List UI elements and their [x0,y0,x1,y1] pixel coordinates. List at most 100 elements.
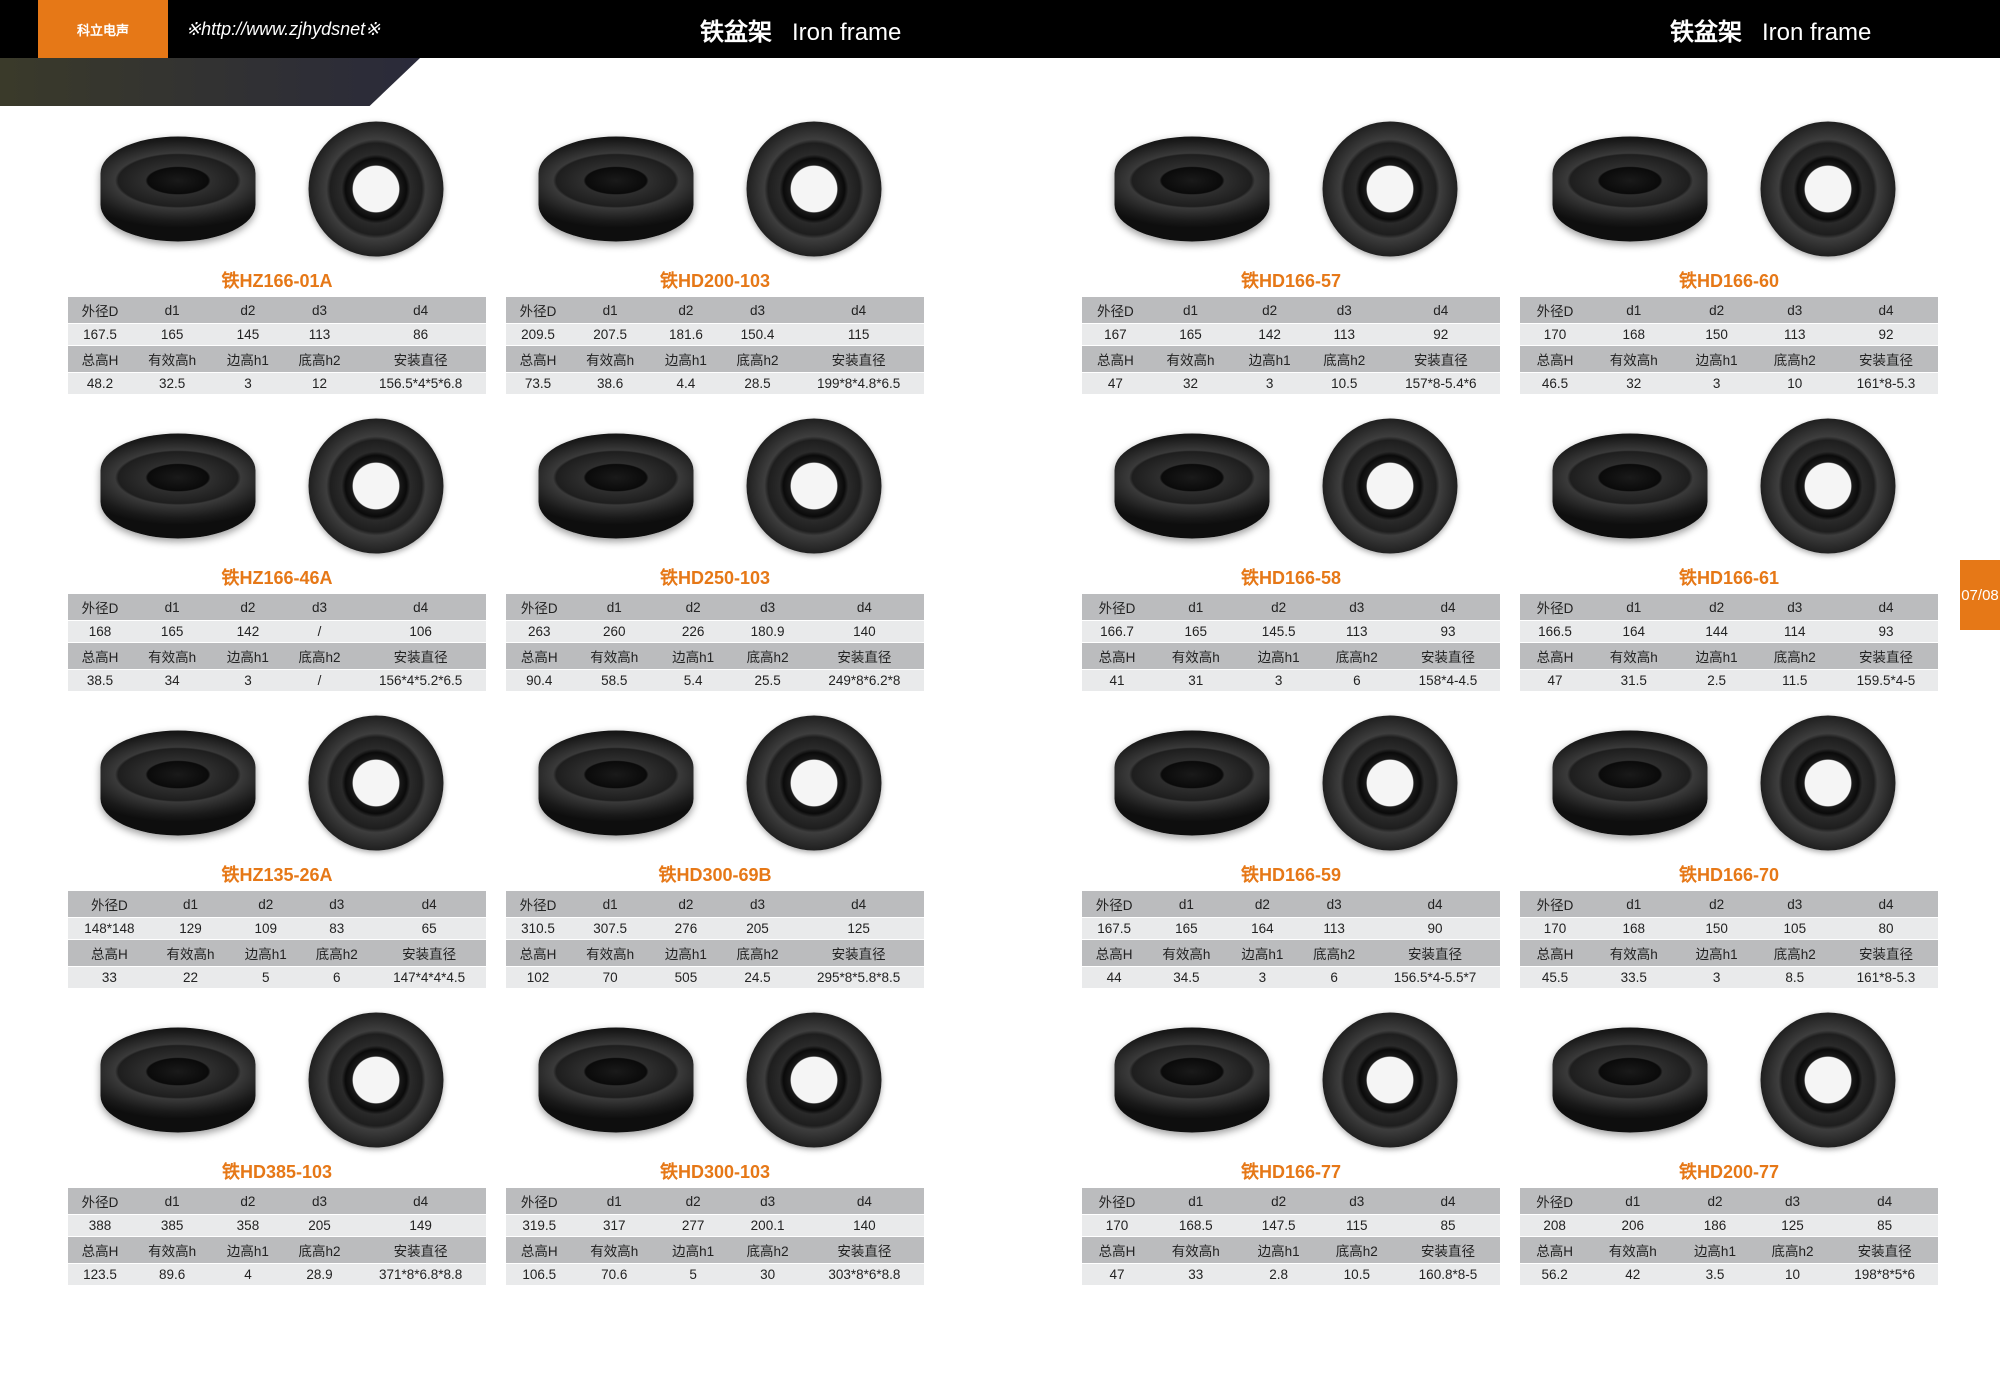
table-cell: 113 [1756,324,1834,346]
table-cell: d4 [1396,594,1500,621]
spec-table: 外径Dd1d2d3d4166.516414411493总高H有效高h边高h1底高… [1520,594,1938,692]
table-cell: 有效高h [132,643,212,670]
table-cell: d1 [132,594,212,621]
spec-table: 外径Dd1d2d3d417016815010580总高H有效高h边高h1底高h2… [1520,891,1938,989]
table-cell: 148*148 [68,918,151,940]
table-cell: 106 [355,621,486,643]
product-name: 铁HD300-69B [506,861,924,887]
table-cell: d2 [212,297,284,324]
table-cell: 10 [1756,373,1834,395]
table-value-row: 413136158*4-4.5 [1082,670,1500,692]
table-cell: 123.5 [68,1264,132,1286]
table-cell: 底高h2 [730,643,804,670]
table-value-row: 48.232.5312156.5*4*5*6.8 [68,373,486,395]
table-header-row: 总高H有效高h边高h1底高h2安装直径 [1082,643,1500,670]
table-cell: 33 [1152,1264,1240,1286]
table-cell: 158*4-4.5 [1396,670,1500,692]
table-value-row: 56.2423.510198*8*5*6 [1520,1264,1938,1286]
table-cell: 47 [1082,373,1149,395]
table-cell: 159.5*4-5 [1834,670,1938,692]
table-cell: 168 [1590,324,1678,346]
table-cell: 外径D [1520,1188,1589,1215]
table-cell: 505 [650,967,722,989]
table-cell: 156.5*4-5.5*7 [1370,967,1500,989]
table-cell: 边高h1 [656,1237,730,1264]
table-cell: d4 [1834,594,1938,621]
product-name: 铁HD200-103 [506,267,924,293]
table-value-row: 166.7165145.511393 [1082,621,1500,643]
table-cell: 157*8-5.4*6 [1382,373,1500,395]
table-value-row: 46.532310161*8-5.3 [1520,373,1938,395]
table-value-row: 167.516514511386 [68,324,486,346]
table-value-row: 166.516414411493 [1520,621,1938,643]
table-cell: 58.5 [573,670,656,692]
table-value-row: 106.570.6530303*8*6*8.8 [506,1264,924,1286]
product-cone-image [1097,1015,1287,1145]
product-name: 铁HD166-60 [1520,267,1938,293]
table-cell: 263 [506,621,573,643]
table-cell: 有效高h [132,1237,212,1264]
table-cell: d3 [1756,594,1834,621]
table-cell: 147*4*4*4.5 [372,967,486,989]
table-cell: d1 [570,297,650,324]
table-cell: 150 [1678,918,1756,940]
table-cell: 145 [212,324,284,346]
table-cell: d4 [1831,1188,1938,1215]
table-cell: 147.5 [1240,1215,1318,1237]
table-value-row: 170168.5147.511585 [1082,1215,1500,1237]
table-cell: d3 [1318,1188,1396,1215]
table-cell: 边高h1 [1240,643,1318,670]
table-header-row: 总高H有效高h边高h1底高h2安装直径 [1082,940,1500,967]
spec-table: 外径Dd1d2d3d4168165142/106总高H有效高h边高h1底高h2安… [68,594,486,692]
table-cell: 外径D [68,297,132,324]
table-cell: 有效高h [132,346,212,373]
table-cell: d2 [212,1188,284,1215]
table-header-row: 外径Dd1d2d3d4 [68,1188,486,1215]
table-cell: 安装直径 [1834,940,1938,967]
table-value-row: 310.5307.5276205125 [506,918,924,940]
table-cell: 底高h2 [1318,1237,1396,1264]
table-cell: 总高H [506,1237,573,1264]
table-cell: 165 [1152,621,1240,643]
table-cell: 外径D [506,297,570,324]
table-value-row: 4732310.5157*8-5.4*6 [1082,373,1500,395]
product-name: 铁HD385-103 [68,1158,486,1184]
table-cell: d1 [1146,891,1226,918]
table-cell: 外径D [1082,891,1146,918]
table-cell: d2 [1240,594,1318,621]
product-images [68,116,486,261]
table-value-row: 123.589.6428.9371*8*6.8*8.8 [68,1264,486,1286]
table-value-row: 73.538.64.428.5199*8*4.8*6.5 [506,373,924,395]
table-cell: 129 [151,918,231,940]
table-cell: 358 [212,1215,284,1237]
table-cell: 有效高h [570,346,650,373]
table-cell: 5.4 [656,670,730,692]
table-cell: 外径D [68,594,132,621]
product-images [68,413,486,558]
table-value-row: 332256147*4*4*4.5 [68,967,486,989]
table-cell: 安装直径 [1382,346,1500,373]
table-cell: 总高H [68,1237,132,1264]
table-cell: 5 [230,967,301,989]
table-cell: 10.5 [1307,373,1382,395]
logo: 科立电声 [38,0,168,58]
product-ring-image [281,421,471,551]
table-cell: 310.5 [506,918,570,940]
table-cell: 156.5*4*5*6.8 [355,373,486,395]
table-cell: 276 [650,918,722,940]
product-images [1082,116,1500,261]
spec-table: 外径Dd1d2d3d4167.516514511386总高H有效高h边高h1底高… [68,297,486,395]
table-cell: 有效高h [151,940,231,967]
table-cell: 安装直径 [1834,346,1938,373]
table-cell: d2 [656,1188,730,1215]
product-ring-image [1733,1015,1923,1145]
table-cell: 底高h2 [301,940,372,967]
table-cell: 边高h1 [1676,1237,1754,1264]
product-name: 铁HD166-59 [1082,861,1500,887]
table-cell: 46.5 [1520,373,1590,395]
table-cell: 总高H [68,643,132,670]
table-cell: 92 [1834,324,1938,346]
product-images [68,710,486,855]
table-header-row: 总高H有效高h边高h1底高h2安装直径 [68,643,486,670]
product-cone-image [1535,124,1725,254]
